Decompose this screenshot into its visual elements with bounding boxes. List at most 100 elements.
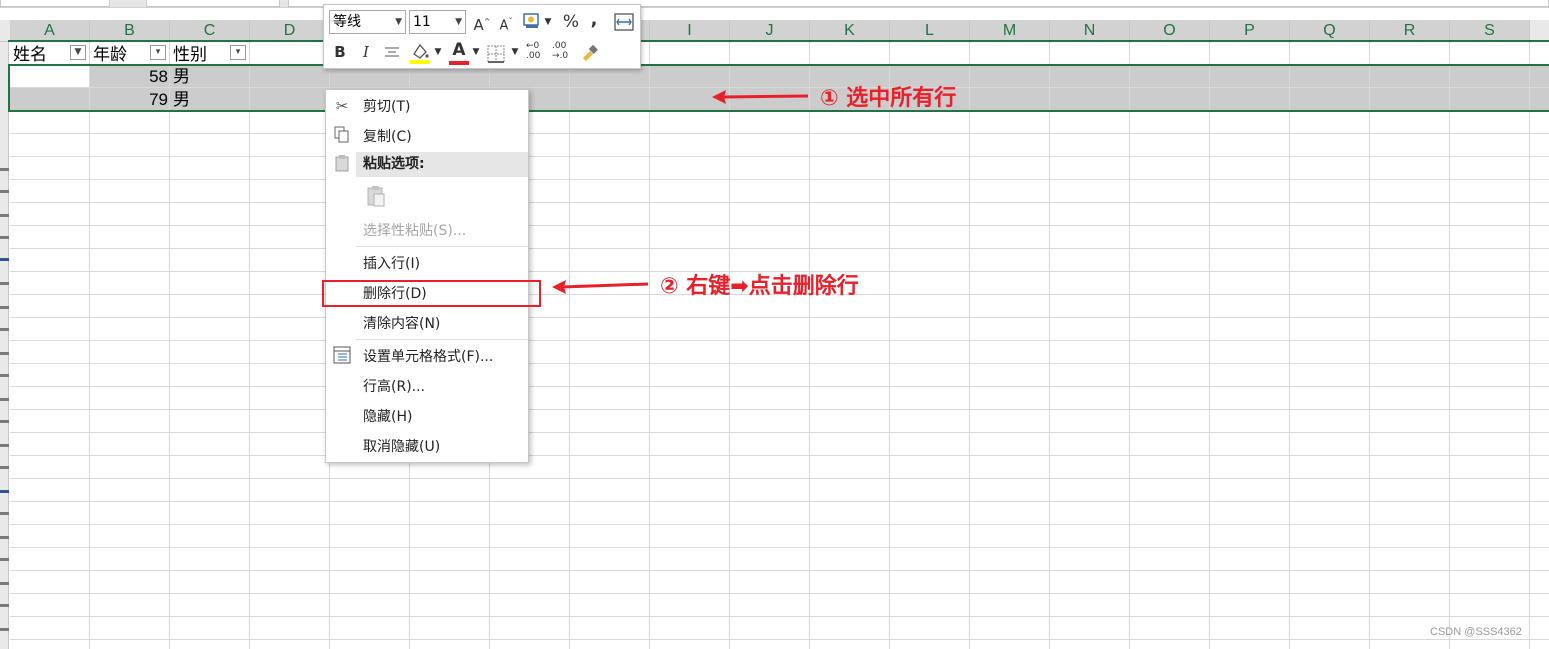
row-number-fragment [0,490,9,493]
italic-icon[interactable]: I [357,41,375,63]
increase-decimal-icon[interactable]: ←0 .00 [526,41,548,65]
row-number-fragment [0,398,9,401]
row-number-fragment [0,466,9,469]
menu-item-hide[interactable]: 隐藏(H) [326,402,528,432]
menu-item-insert-row[interactable]: 插入行(I) [326,249,528,279]
borders-icon[interactable] [487,45,505,63]
bold-icon[interactable]: B [331,41,349,63]
row-number-fragment [0,628,9,631]
cell-grid[interactable] [10,42,1549,649]
context-menu: ✂ 剪切(T) 复制(C) 粘贴选项: 选择性粘贴(S)... 插入行(I) 删… [325,89,529,463]
delete-row-highlight-box [322,280,541,307]
font-color-icon[interactable]: A [448,39,470,65]
column-header-bar: A B C D E F G H I J K L M N O P Q R S [0,20,1549,42]
filter-dropdown-icon[interactable]: ▾ [230,45,246,60]
row-number-fragment [0,512,9,515]
increase-decimal-bottom: .00 [526,51,541,61]
decrease-decimal-top: .00 [552,41,567,51]
chevron-down-icon[interactable]: ▼ [542,11,554,33]
menu-separator [356,246,528,247]
selection-border-top [8,40,1549,42]
row-number-fragment [0,258,9,261]
annotation-arrow [552,280,649,294]
font-name-value: 等线 [333,14,361,30]
font-color-swatch [449,61,469,65]
fill-color-icon[interactable] [409,41,431,65]
column-header-j[interactable]: J [730,20,810,42]
clipboard-icon [332,154,352,174]
row-number-fragment [0,282,9,285]
row-number-fragment [0,306,9,309]
decrease-font-size-icon[interactable]: Aˇ [496,11,516,37]
row-number-fragment [0,582,9,585]
font-size-value: 11 [413,14,431,30]
menu-separator [356,339,528,340]
menu-item-unhide[interactable]: 取消隐藏(U) [326,432,528,462]
chevron-down-icon: ▼ [395,17,402,27]
font-color-glyph: A [452,40,466,60]
comma-style-icon[interactable]: , [587,9,601,31]
column-header-m[interactable]: M [970,20,1050,42]
center-align-icon[interactable] [383,45,401,61]
increase-font-size-icon[interactable]: A^ [472,11,492,36]
menu-item-paste-special[interactable]: 选择性粘贴(S)... [326,216,528,246]
row-number-fragment [0,328,9,331]
filter-active-icon[interactable]: ▼ [70,45,86,60]
cell-age[interactable]: 58 [90,66,168,88]
column-header-o[interactable]: O [1130,20,1210,42]
row-number-fragment [0,214,9,217]
chevron-down-icon[interactable]: ▼ [470,41,482,63]
column-header-p[interactable]: P [1210,20,1290,42]
column-header-i[interactable]: I [650,20,730,42]
row-number-fragment [0,420,9,423]
font-size-box[interactable]: 11 ▼ [409,10,466,34]
paste-icon[interactable] [364,184,388,208]
menu-item-format-cells[interactable]: 设置单元格格式(F)... [326,342,528,372]
sheet-tab-fragment[interactable] [146,0,280,7]
menu-item-cut[interactable]: 剪切(T) [326,92,528,122]
percent-style-icon[interactable]: % [561,11,581,33]
sheet-tab-fragment[interactable] [0,0,110,7]
header-cell-name[interactable]: 姓名 [13,44,47,66]
watermark: CSDN @SSS4362 [1430,626,1522,638]
font-name-box[interactable]: 等线 ▼ [329,10,406,34]
row-number-fragment [0,444,9,447]
column-header-l[interactable]: L [890,20,970,42]
decrease-decimal-icon[interactable]: .00 →.0 [552,41,574,65]
column-header-c[interactable]: C [170,20,250,42]
column-header-k[interactable]: K [810,20,890,42]
column-header-b[interactable]: B [90,20,170,42]
menu-item-clear-contents[interactable]: 清除内容(N) [326,309,528,339]
cell-gender[interactable]: 男 [173,66,190,88]
column-header-q[interactable]: Q [1290,20,1370,42]
annotation-step1: ① 选中所有行 [820,86,957,111]
annotation-step2: ② 右键➡点击删除行 [660,274,859,299]
row-number-fragment [0,236,9,239]
mini-format-toolbar: 等线 ▼ 11 ▼ A^ Aˇ ▼ % , B I ▼ A ▼ ▼ ←0 .00… [323,4,641,69]
column-header-d[interactable]: D [250,20,330,42]
column-header-n[interactable]: N [1050,20,1130,42]
cell-age[interactable]: 79 [90,89,168,111]
row-number-fragment [0,190,9,193]
increase-decimal-top: ←0 [526,41,540,51]
column-header-s[interactable]: S [1450,20,1530,42]
row-number-fragment [0,536,9,539]
chevron-down-icon[interactable]: ▼ [509,41,521,63]
cell-gender[interactable]: 男 [173,89,190,111]
column-header-a[interactable]: A [10,20,90,42]
header-cell-age[interactable]: 年龄 [93,44,127,66]
format-painter-icon[interactable] [580,43,600,63]
wrap-text-icon[interactable] [614,13,634,31]
chevron-down-icon[interactable]: ▼ [432,41,444,63]
accounting-format-icon[interactable] [523,13,541,29]
row-number-fragment [0,168,9,171]
menu-item-copy[interactable]: 复制(C) [326,122,528,152]
row-number-fragment [0,374,9,377]
row-number-fragment [0,604,9,607]
filter-dropdown-icon[interactable]: ▾ [150,45,166,60]
paste-options-header: 粘贴选项: [356,152,528,177]
header-cell-gender[interactable]: 性别 [173,44,207,66]
column-header-r[interactable]: R [1370,20,1450,42]
annotation-arrow [712,90,809,104]
menu-item-row-height[interactable]: 行高(R)... [326,372,528,402]
